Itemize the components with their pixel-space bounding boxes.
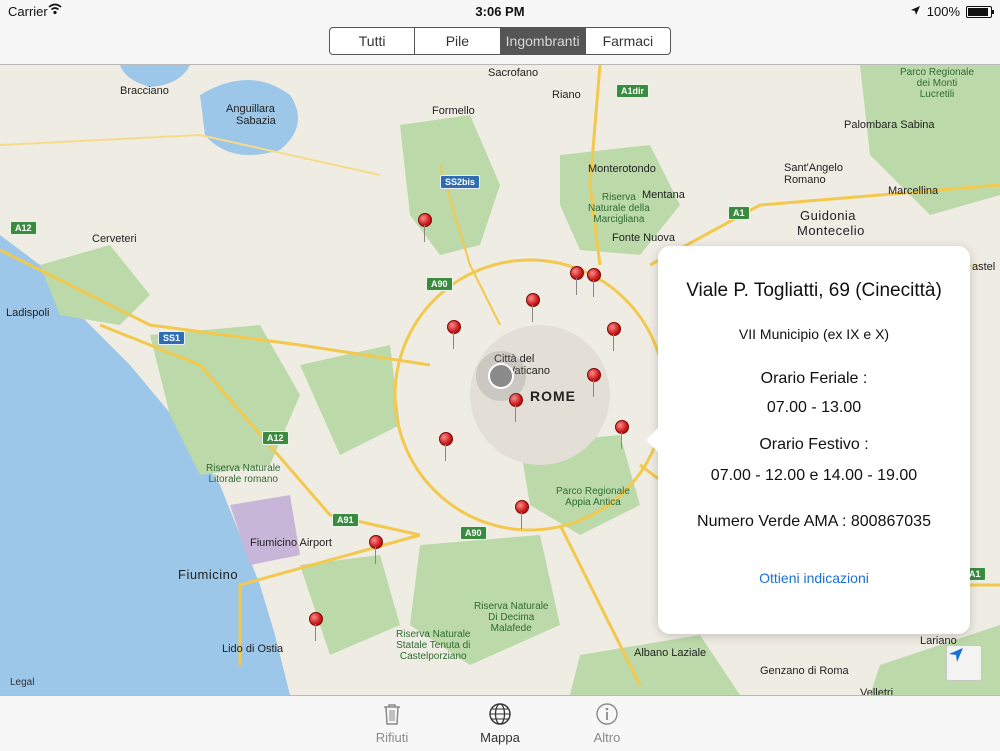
map-label-riano: Riano <box>552 89 581 101</box>
location-callout: Viale P. Togliatti, 69 (Cinecittà) VII M… <box>646 246 970 634</box>
map-label-albano: Albano Laziale <box>634 647 707 659</box>
shield-a12-south: A12 <box>262 431 289 445</box>
shield-ss2bis: SS2bis <box>440 175 481 189</box>
map-park-appia: Parco Regionale Appia Antica <box>556 486 630 508</box>
segment-tutti[interactable]: Tutti <box>330 28 416 54</box>
map-label-fonte-nuova: Fonte Nuova <box>612 232 675 244</box>
map-label-sacrofano: Sacrofano <box>488 67 539 79</box>
category-segmented-control: Tutti Pile Ingombranti Farmaci <box>329 27 671 55</box>
map-label-fiumicino: Fiumicino <box>178 567 239 582</box>
battery-percent: 100% <box>926 4 960 19</box>
map-pin[interactable] <box>615 420 629 450</box>
map-label-guidonia: Guidonia <box>800 208 857 223</box>
tab-label: Rifiuti <box>375 730 409 745</box>
map-park-litorale: Riserva Naturale Litorale romano <box>206 463 281 485</box>
callout-phone-number: Numero Verde AMA : 800867035 <box>697 513 931 530</box>
tab-altro[interactable]: Altro <box>567 702 647 745</box>
callout-municipio: VII Municipio (ex IX e X) <box>738 326 890 342</box>
map-label-sabazia: Sabazia <box>236 115 276 127</box>
map-label-rome: ROME <box>530 388 576 404</box>
shield-a90-west: A90 <box>426 277 453 291</box>
shield-a1dir: A1dir <box>616 84 650 98</box>
map-label-genzano: Genzano di Roma <box>760 665 849 677</box>
map-label-montecelio: Montecelio <box>797 223 865 238</box>
shield-ss1: SS1 <box>158 331 186 345</box>
map-pin[interactable] <box>369 535 383 565</box>
map-pin[interactable] <box>515 500 529 530</box>
map-park-castelporziano: Riserva Naturale Statale Tenuta di Caste… <box>396 629 471 662</box>
map-label-formello: Formello <box>432 105 475 117</box>
shield-a1: A1 <box>728 206 750 220</box>
callout-holiday-label: Orario Festivo : <box>759 436 869 453</box>
map-pin[interactable] <box>309 612 323 642</box>
map-label-ladispoli: Ladispoli <box>6 307 50 319</box>
map-label-palombara: Palombara Sabina <box>844 119 935 131</box>
map-label-velletri: Velletri <box>860 687 894 695</box>
tab-label: Altro <box>593 730 621 745</box>
tab-bar: Rifiuti Mappa Altro <box>0 695 1000 751</box>
map-label-castel: astel <box>972 261 996 273</box>
map-park-marcigliana: Riserva Naturale della Marcigliana <box>588 192 650 225</box>
shield-a12-north: A12 <box>10 221 37 235</box>
nav-bar: Tutti Pile Ingombranti Farmaci <box>0 22 1000 65</box>
map-label-vaticano: Vaticano <box>508 365 550 377</box>
map-pin[interactable] <box>607 322 621 352</box>
map-park-decima: Riserva Naturale Di Decima Malafede <box>474 601 549 634</box>
map-label-marcellina: Marcellina <box>888 185 939 197</box>
map-label-romano: Romano <box>784 174 826 186</box>
map-pin[interactable] <box>418 213 432 243</box>
map-park-monti-lucretili: Parco Regionale dei Monti Lucretili <box>900 67 974 100</box>
callout-holiday-hours: 07.00 - 12.00 e 14.00 - 19.00 <box>710 467 918 484</box>
status-bar: Carrier 3:06 PM 100% <box>0 0 1000 22</box>
map-pin[interactable] <box>509 393 523 423</box>
user-location-dot <box>488 363 514 389</box>
segment-farmaci[interactable]: Farmaci <box>586 28 670 54</box>
battery-icon <box>966 5 994 18</box>
map-label-santangelo: Sant'Angelo <box>784 162 843 174</box>
callout-weekday-hours: 07.00 - 13.00 <box>766 399 862 416</box>
tab-mappa[interactable]: Mappa <box>460 702 540 745</box>
shield-a90-south: A90 <box>460 526 487 540</box>
shield-a91: A91 <box>332 513 359 527</box>
segment-pile[interactable]: Pile <box>415 28 501 54</box>
map-label-lido: Lido di Ostia <box>222 643 284 655</box>
map-legal-link[interactable]: Legal <box>10 677 34 688</box>
map-label-fiumicino-airport: Fiumicino Airport <box>250 537 332 549</box>
map-pin[interactable] <box>526 293 540 323</box>
map-label-anguillara: Anguillara <box>226 103 275 115</box>
tab-label: Mappa <box>480 730 520 745</box>
globe-icon <box>460 702 540 726</box>
locate-me-button[interactable] <box>946 645 982 681</box>
callout-address: Viale P. Togliatti, 69 (Cinecittà) <box>686 280 942 301</box>
trash-icon <box>352 702 432 726</box>
get-directions-link[interactable]: Ottieni indicazioni <box>658 570 970 586</box>
map-pin[interactable] <box>587 268 601 298</box>
map-label-monterotondo: Monterotondo <box>588 163 656 175</box>
info-icon <box>567 702 647 726</box>
map-pin[interactable] <box>439 432 453 462</box>
map-pin[interactable] <box>447 320 461 350</box>
map-pin[interactable] <box>587 368 601 398</box>
map-pin[interactable] <box>570 266 584 296</box>
location-arrow-icon <box>910 4 921 19</box>
segment-ingombranti[interactable]: Ingombranti <box>500 28 586 54</box>
callout-weekday-label: Orario Feriale : <box>760 370 868 387</box>
tab-rifiuti[interactable]: Rifiuti <box>352 702 432 745</box>
map-label-bracciano: Bracciano <box>120 85 169 97</box>
status-time: 3:06 PM <box>475 4 525 19</box>
map-label-cerveteri: Cerveteri <box>92 233 137 245</box>
